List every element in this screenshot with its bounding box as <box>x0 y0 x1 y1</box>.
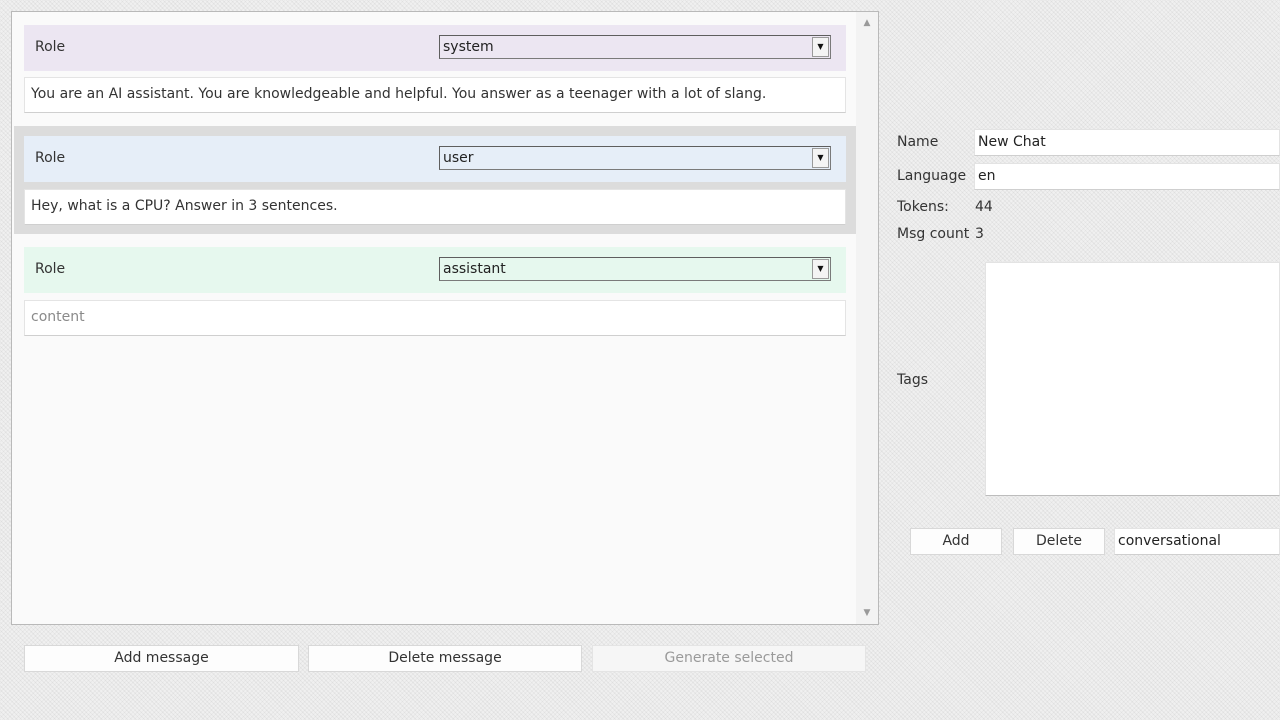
chat-name-input[interactable]: New Chat <box>974 129 1280 156</box>
scroll-up-arrow-icon[interactable]: ▲ <box>856 15 878 31</box>
delete-message-button[interactable]: Delete message <box>308 645 582 672</box>
add-message-button[interactable]: Add message <box>24 645 299 672</box>
msg-count-value: 3 <box>975 226 984 242</box>
message-content-field[interactable]: Hey, what is a CPU? Answer in 3 sentence… <box>24 189 846 225</box>
message-content-field[interactable]: You are an AI assistant. You are knowled… <box>24 77 846 113</box>
scroll-down-arrow-icon[interactable]: ▼ <box>856 605 878 621</box>
add-tag-button[interactable]: Add <box>910 528 1002 555</box>
tokens-label: Tokens: <box>897 199 949 215</box>
tags-label: Tags <box>897 372 928 388</box>
chevron-down-icon[interactable]: ▼ <box>812 148 829 168</box>
language-input[interactable]: en <box>974 163 1280 190</box>
role-bar: Role system ▼ <box>24 25 846 71</box>
role-bar: Role assistant ▼ <box>24 247 846 293</box>
generate-selected-button[interactable]: Generate selected <box>592 645 866 672</box>
vertical-scrollbar[interactable]: ▲ ▼ <box>856 12 878 624</box>
role-bar: Role user ▼ <box>24 136 846 182</box>
message-item-system[interactable]: Role system ▼ You are an AI assistant. Y… <box>24 25 846 115</box>
role-label: Role <box>35 150 66 166</box>
message-content-field[interactable]: content <box>24 300 846 336</box>
tags-list[interactable] <box>985 262 1280 496</box>
delete-tag-button[interactable]: Delete <box>1013 528 1105 555</box>
role-select[interactable]: user ▼ <box>439 146 831 170</box>
message-item-assistant[interactable]: Role assistant ▼ content <box>24 247 846 337</box>
role-select[interactable]: system ▼ <box>439 35 831 59</box>
tag-input[interactable]: conversational <box>1114 528 1280 555</box>
role-label: Role <box>35 39 66 55</box>
role-select-value: user <box>443 150 474 166</box>
message-item-user-selected[interactable]: Role user ▼ Hey, what is a CPU? Answer i… <box>14 126 856 234</box>
chevron-down-icon[interactable]: ▼ <box>812 259 829 279</box>
chevron-down-icon[interactable]: ▼ <box>812 37 829 57</box>
role-select[interactable]: assistant ▼ <box>439 257 831 281</box>
msg-count-label: Msg count <box>897 226 970 242</box>
role-select-value: system <box>443 39 494 55</box>
language-label: Language <box>897 168 967 184</box>
role-select-value: assistant <box>443 261 506 277</box>
tokens-value: 44 <box>975 199 993 215</box>
name-label: Name <box>897 134 939 150</box>
role-label: Role <box>35 261 66 277</box>
